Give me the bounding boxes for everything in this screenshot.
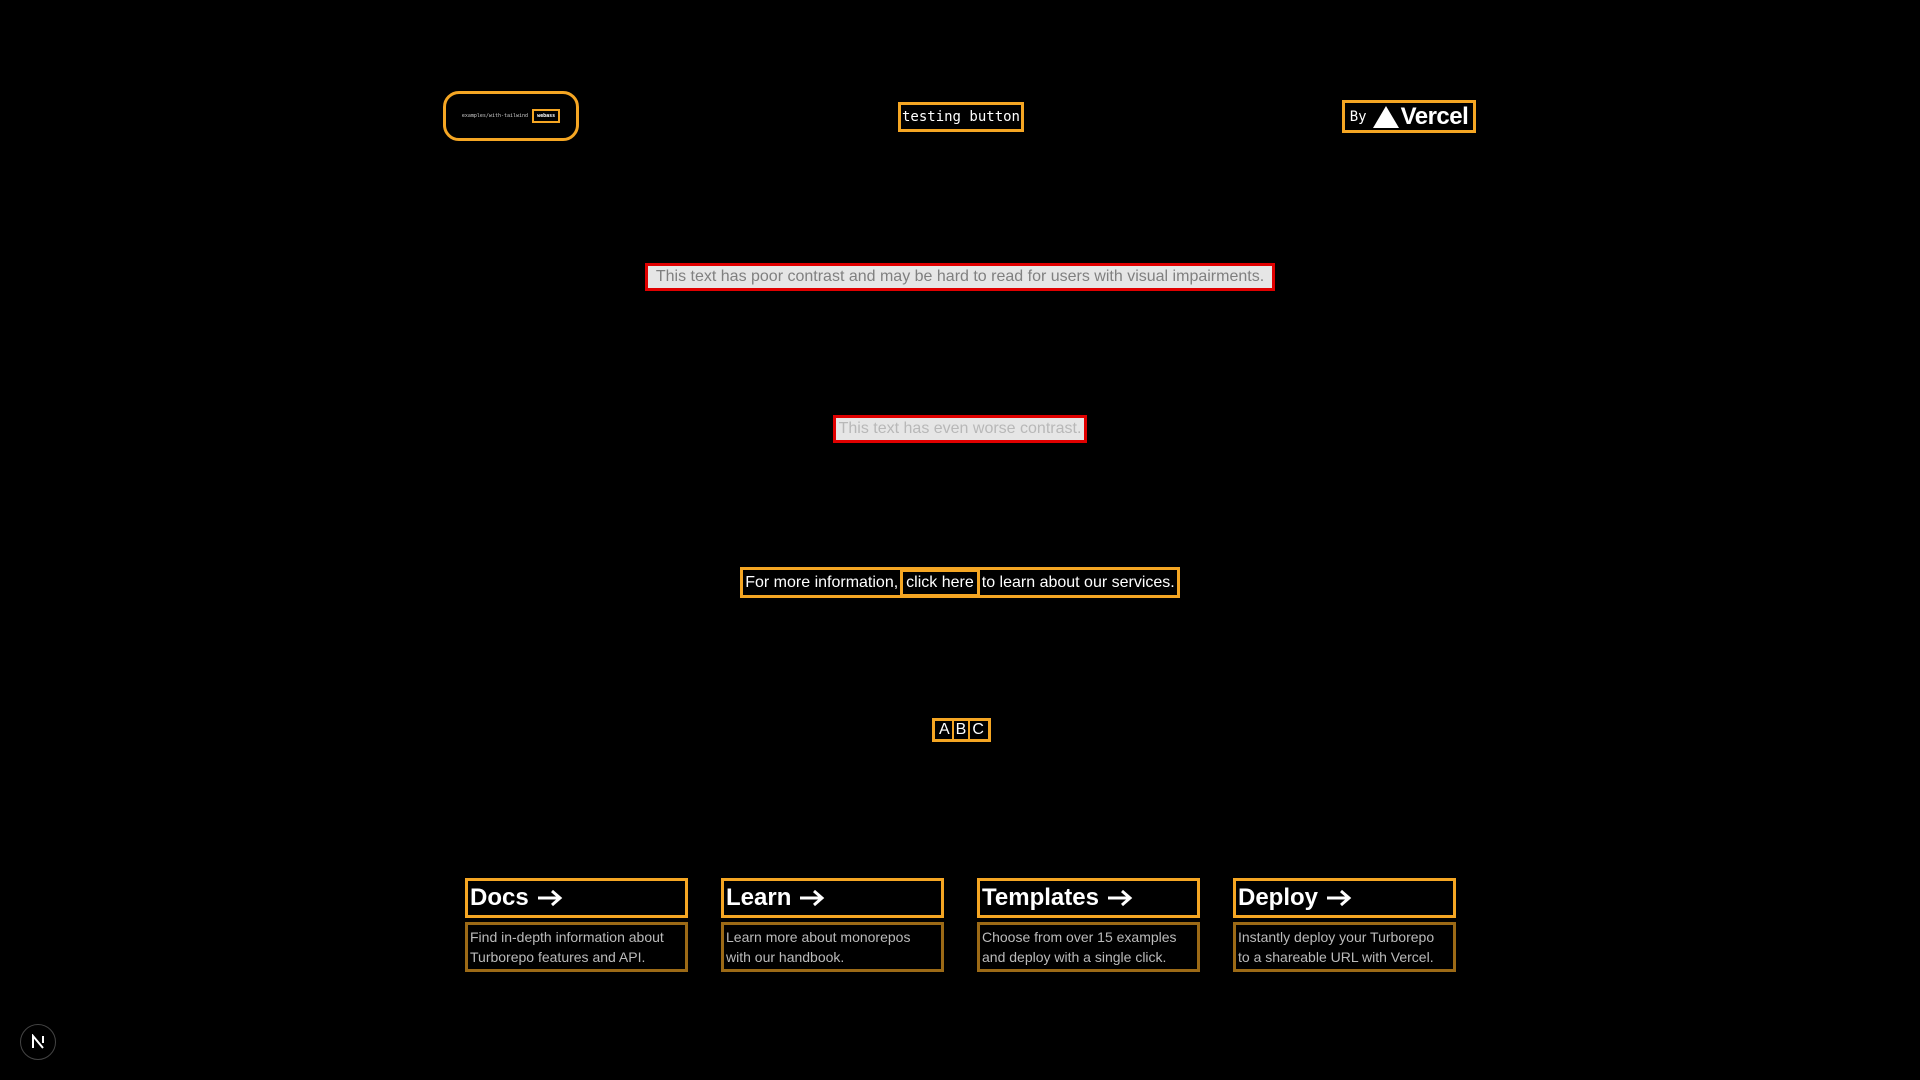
card-description: Find in-depth information about Turborep… xyxy=(465,922,688,972)
card-templates[interactable]: Templates Choose from over 15 examples a… xyxy=(977,878,1200,972)
letter-b: B xyxy=(951,721,969,739)
card-deploy[interactable]: Deploy Instantly deploy your Turborepo t… xyxy=(1233,878,1456,972)
vercel-triangle-icon xyxy=(1372,105,1399,128)
worse-contrast-text: This text has even worse contrast. xyxy=(833,415,1087,443)
info-after-text: to learn about our services. xyxy=(981,573,1175,591)
arrow-right-icon xyxy=(537,889,562,907)
card-docs[interactable]: Docs Find in-depth information about Tur… xyxy=(465,878,688,972)
by-label: By xyxy=(1349,108,1367,125)
example-path-pill: examples/with-tailwind webass xyxy=(443,91,579,141)
vercel-logo: Vercel xyxy=(1372,102,1469,131)
card-desc-line: with our handbook. xyxy=(726,949,845,965)
card-title: Deploy xyxy=(1233,878,1456,918)
card-title: Docs xyxy=(465,878,688,918)
example-path-code: webass xyxy=(532,109,561,123)
arrow-right-icon xyxy=(1327,889,1352,907)
card-title: Templates xyxy=(977,878,1200,918)
card-learn[interactable]: Learn Learn more about monorepos with ou… xyxy=(721,878,944,972)
arrow-right-icon xyxy=(800,889,825,907)
by-vercel-link[interactable]: By Vercel xyxy=(1342,100,1476,133)
card-title-text: Deploy xyxy=(1238,884,1319,911)
card-title-text: Templates xyxy=(982,884,1099,911)
abc-group: A B C xyxy=(932,718,991,742)
card-desc-line: Find in-depth information about xyxy=(470,929,664,945)
card-description: Instantly deploy your Turborepo to a sha… xyxy=(1233,922,1456,972)
example-path-text: examples/with-tailwind xyxy=(461,113,529,119)
vercel-wordmark: Vercel xyxy=(1400,102,1469,130)
card-title-text: Learn xyxy=(726,884,792,911)
card-title-text: Docs xyxy=(470,884,529,911)
click-here-link[interactable]: click here xyxy=(900,568,980,597)
card-desc-line: Turborepo features and API. xyxy=(470,949,646,965)
letter-a: A xyxy=(939,721,950,738)
nextjs-dev-badge[interactable] xyxy=(20,1024,56,1060)
page: examples/with-tailwind webass testing bu… xyxy=(0,0,1920,1080)
card-description: Learn more about monorepos with our hand… xyxy=(721,922,944,972)
card-desc-line: to a shareable URL with Vercel. xyxy=(1238,949,1434,965)
card-title: Learn xyxy=(721,878,944,918)
letter-c: C xyxy=(968,721,986,739)
arrow-right-icon xyxy=(1107,889,1133,907)
info-paragraph: For more information, click here to lear… xyxy=(740,567,1180,598)
info-before-text: For more information, xyxy=(745,573,899,591)
card-desc-line: Learn more about monorepos xyxy=(726,929,911,945)
testing-button[interactable]: testing button xyxy=(898,102,1024,132)
card-desc-line: Choose from over 15 examples xyxy=(982,929,1177,945)
poor-contrast-text: This text has poor contrast and may be h… xyxy=(645,263,1275,291)
nextjs-icon xyxy=(32,1034,44,1049)
card-desc-line: and deploy with a single click. xyxy=(982,949,1167,965)
card-desc-line: Instantly deploy your Turborepo xyxy=(1238,929,1435,945)
card-description: Choose from over 15 examples and deploy … xyxy=(977,922,1200,972)
